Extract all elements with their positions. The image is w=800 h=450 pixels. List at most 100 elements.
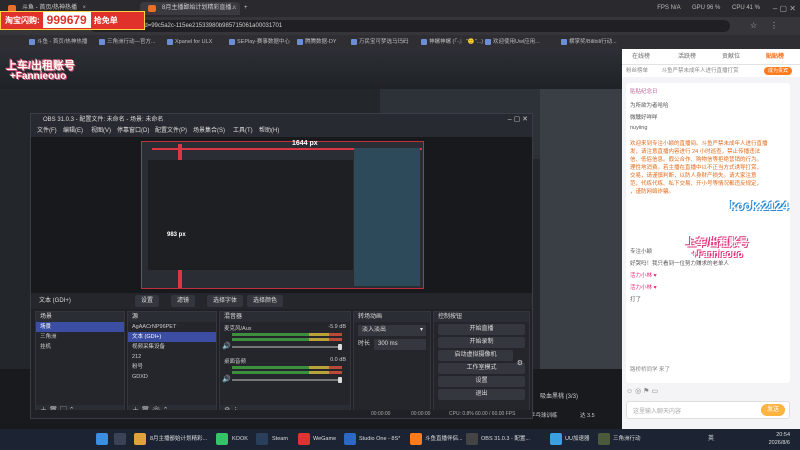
source-item[interactable]: GDXD <box>128 372 216 382</box>
menu-edit[interactable]: 编辑(E) <box>63 126 83 137</box>
bookmark-item[interactable]: 斗鱼 - 首页/热神热播 <box>28 37 87 47</box>
steam-icon[interactable] <box>256 433 268 445</box>
chat-message: 为所欲为者哈哈 <box>630 103 669 109</box>
studio-one-icon[interactable] <box>344 433 356 445</box>
system-notice: ，谨防网络诈骗。 <box>630 189 675 195</box>
clock-date: 2026/8/6 <box>768 440 790 446</box>
source-item[interactable]: 212 <box>128 352 216 362</box>
preview-nested-side <box>354 148 420 286</box>
speaker-icon[interactable]: 🔊 <box>222 342 231 350</box>
delta-force-icon[interactable] <box>598 433 610 445</box>
virtual-camera-button[interactable]: 启动虚拟摄像机 <box>438 350 513 361</box>
become-vip-button[interactable]: 成为贵宾 <box>763 67 792 75</box>
taskbar-item-delta-force[interactable]: 三角洲行动 <box>613 429 641 450</box>
menu-icon[interactable]: ⋮ <box>770 20 778 32</box>
taskbar-item-uu[interactable]: UU加速器 <box>565 429 589 450</box>
input-language[interactable]: 英 <box>708 429 714 450</box>
menu-file[interactable]: 文件(F) <box>37 126 57 137</box>
level-meter <box>232 338 342 341</box>
tab-online[interactable]: 在线榜 <box>632 49 650 65</box>
wegame-icon[interactable] <box>298 433 310 445</box>
douyu-companion-icon[interactable] <box>410 433 422 445</box>
windows-start-icon[interactable] <box>96 433 108 445</box>
source-filters-button[interactable]: 滤镜 <box>171 295 196 307</box>
volume-knob[interactable] <box>338 344 342 350</box>
bookmark-item[interactable]: SEPlay-赛事数据中心 <box>228 37 290 47</box>
obs-preview[interactable]: 1644 px 983 px <box>31 137 532 293</box>
source-item[interactable]: AgAACrNP96PET <box>128 322 216 332</box>
scenes-dock: 场景 场景 三角洲 挂机 ＋ 🗑 ▢ ⌃ ⌄ <box>35 311 125 418</box>
tab-contribution[interactable]: 贡献位 <box>722 49 740 65</box>
exit-button[interactable]: 退出 <box>438 389 525 400</box>
obs-window-controls[interactable]: – ▢ ✕ <box>508 114 528 126</box>
score-label: 达 3.5 <box>580 413 595 419</box>
chat-input[interactable]: 这里输入聊天内容 发送 <box>626 401 790 419</box>
volume-slider[interactable] <box>232 346 342 348</box>
scene-item[interactable]: 三角洲 <box>36 332 124 342</box>
preview-height-label: 983 px <box>167 232 186 238</box>
chat-tools-row[interactable]: ☺ ◎ ⚑ ▭ <box>626 387 790 399</box>
taskbar-item-steam[interactable]: Steam <box>272 429 288 450</box>
taskbar-item-kook[interactable]: KOOK <box>232 429 248 450</box>
search-icon[interactable] <box>114 433 126 445</box>
source-settings-button[interactable]: 设置 <box>135 295 160 307</box>
new-tab-button[interactable]: + <box>242 2 254 15</box>
browser-icon[interactable] <box>134 433 146 445</box>
start-recording-button[interactable]: 开始录制 <box>438 337 525 348</box>
send-button[interactable]: 发送 <box>761 404 785 416</box>
preview-canvas[interactable]: 1644 px 983 px <box>141 140 424 289</box>
taskbar-item-wegame[interactable]: WeGame <box>313 429 336 450</box>
source-item[interactable]: 文本 (GDI+) <box>128 332 216 342</box>
scene-item[interactable]: 挂机 <box>36 342 124 352</box>
studio-mode-button[interactable]: 工作室模式 <box>438 363 525 374</box>
menu-docks[interactable]: 停靠窗口(D) <box>117 126 149 137</box>
star-icon[interactable]: ☆ <box>750 20 757 32</box>
menu-tools[interactable]: 工具(T) <box>233 126 253 137</box>
speaker-icon[interactable]: 🔊 <box>222 375 231 383</box>
close-icon[interactable]: × <box>232 2 236 15</box>
obs-menu-bar: 文件(F) 编辑(E) 视图(V) 停靠窗口(D) 配置文件(P) 场景集合(S… <box>31 126 532 137</box>
bookmark-item[interactable]: 腾腾数据-DY <box>296 37 336 47</box>
bookmark-item[interactable]: Xpanel for ULX <box>166 37 212 47</box>
bookmark-item[interactable]: 欢迎使用Uwl应用... <box>484 37 540 47</box>
obs-icon[interactable] <box>466 433 478 445</box>
window-controls[interactable]: – ▢ ✕ <box>773 0 796 17</box>
system-notice: 发，请注意直播内容进行 24 小时巡查，禁止传播违法 <box>630 149 761 155</box>
system-clock[interactable]: 20:54 2026/8/6 <box>769 431 790 447</box>
transition-select[interactable]: 淡入淡出 ▾ <box>358 325 426 336</box>
tab-active[interactable]: 活跃榜 <box>678 49 696 65</box>
tab-tietie[interactable]: 贴贴榜 <box>766 49 784 65</box>
start-streaming-button[interactable]: 开始直播 <box>438 324 525 335</box>
promo-banner[interactable]: 淘宝闪购: 999679 抢免单 <box>0 11 145 30</box>
source-item[interactable]: 粉号 <box>128 362 216 372</box>
kook-icon[interactable] <box>216 433 228 445</box>
menu-help[interactable]: 帮助(H) <box>259 126 279 137</box>
taskbar-item-obs[interactable]: OBS 31.0.3 - 配置... <box>481 429 530 450</box>
volume-knob[interactable] <box>338 377 342 383</box>
select-color-button[interactable]: 选择颜色 <box>247 295 284 307</box>
menu-view[interactable]: 视图(V) <box>91 126 111 137</box>
settings-button[interactable]: 设置 <box>438 376 525 387</box>
bookmark-item[interactable]: 神螺神螺 (『-』 "🙂"...) <box>420 37 483 47</box>
duration-field[interactable]: 300 ms <box>374 339 426 350</box>
obs-window[interactable]: OBS 31.0.3 - 配置文件: 未命名 - 场景: 未命名 – ▢ ✕ 文… <box>30 113 533 419</box>
source-item[interactable]: 视频采集设备 <box>128 342 216 352</box>
select-font-button[interactable]: 选择字体 <box>207 295 244 307</box>
taskbar-item-browser[interactable]: 8月主播鄙始计划精彩... <box>150 429 207 450</box>
url-field[interactable]: ...6171dyshid=99c5a2c-115ee21533980b9857… <box>90 20 730 32</box>
scene-item[interactable]: 场景 <box>36 322 124 332</box>
taskbar-item-studio-one[interactable]: Studio One - 8S* <box>359 429 400 450</box>
mixer-dock: 混音器 麦克风/Aux -5.9 dB 🔊 桌面音频 0.0 dB 🔊 ⚙ ⋮ <box>219 311 351 418</box>
menu-scene-collection[interactable]: 场景集合(S) <box>193 126 225 137</box>
tab-live-plan[interactable]: 8月主播鄙始计划精彩直播... × <box>140 2 240 15</box>
bookmark-item[interactable]: 万民宝可梦选马玛码 <box>350 37 409 47</box>
fps-readout: FPS N/A <box>657 5 681 11</box>
promo-number: 999679 <box>42 12 91 28</box>
menu-profile[interactable]: 配置文件(P) <box>155 126 187 137</box>
volume-slider[interactable] <box>232 379 342 381</box>
gear-icon[interactable]: ⚙ <box>517 359 523 367</box>
uu-accelerator-icon[interactable] <box>550 433 562 445</box>
bookmark-item[interactable]: 三角洲行动—官方... <box>98 37 156 47</box>
taskbar-item-douyu-companion[interactable]: 斗鱼直播伴侣... <box>425 429 463 450</box>
bookmark-item[interactable]: 横掌奖/Bilibili行动... <box>560 37 617 47</box>
